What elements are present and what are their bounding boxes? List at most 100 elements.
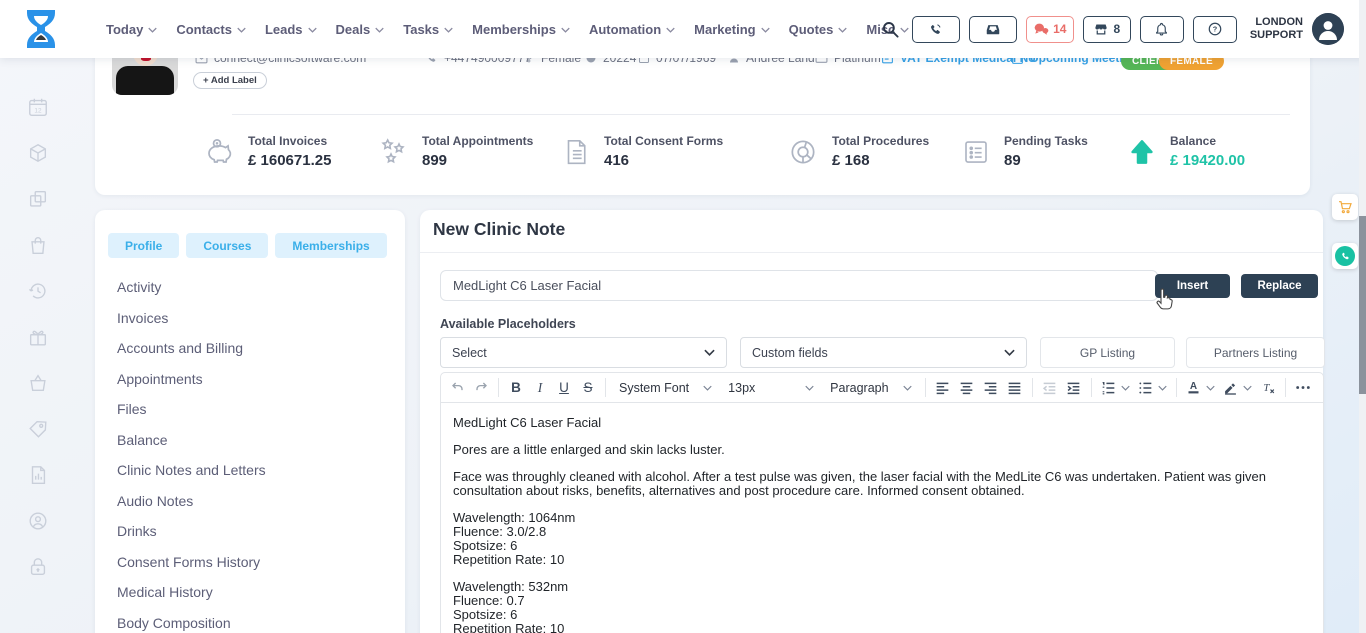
note-title-input[interactable]	[440, 270, 1158, 301]
clinic-software-logo[interactable]	[22, 8, 60, 50]
report-chart-icon[interactable]	[27, 464, 49, 486]
history-icon[interactable]	[27, 280, 49, 302]
lock-icon[interactable]	[27, 556, 49, 578]
menu-item-drinks[interactable]: Drinks	[117, 516, 266, 547]
pos-shop-button[interactable]: 8	[1083, 16, 1131, 43]
nav-item-quotes[interactable]: Quotes	[789, 22, 848, 37]
question-mark-icon: ?	[1207, 21, 1223, 37]
user-avatar[interactable]	[1312, 13, 1344, 45]
font-size-select[interactable]: 13px	[728, 381, 814, 395]
piggy-bank-icon	[203, 136, 235, 168]
nav-item-leads[interactable]: Leads	[265, 22, 317, 37]
nav-item-automation[interactable]: Automation	[589, 22, 675, 37]
user-circle-icon[interactable]	[27, 510, 49, 532]
shopping-bag-icon[interactable]	[27, 234, 49, 256]
chevron-down-icon	[375, 27, 384, 33]
divider	[232, 114, 1290, 115]
undo-button[interactable]	[445, 376, 469, 400]
scrollbar-thumb[interactable]	[1359, 216, 1366, 394]
chevron-down-icon	[903, 385, 912, 391]
tab-memberships[interactable]: Memberships	[275, 233, 386, 258]
tab-courses[interactable]: Courses	[186, 233, 268, 258]
notifications-button[interactable]	[1140, 16, 1184, 43]
app-screen: connect@clinicsoftware.com +447490009777…	[0, 0, 1366, 633]
tab-profile[interactable]: Profile	[108, 233, 179, 258]
menu-item-accounts-and-billing[interactable]: Accounts and Billing	[117, 333, 266, 364]
phone-icon	[1335, 246, 1355, 266]
ordered-list-button[interactable]	[1097, 376, 1121, 400]
note-line: Fluence: 3.0/2.8	[453, 525, 1311, 539]
inbox-button[interactable]	[969, 16, 1017, 43]
page-title: New Clinic Note	[433, 219, 565, 240]
chevron-down-icon[interactable]	[1158, 385, 1167, 391]
search-icon[interactable]	[881, 20, 900, 39]
cart-float-button[interactable]	[1332, 194, 1358, 220]
main-nav: Today Contacts Leads Deals Tasks Members…	[106, 0, 958, 58]
align-left-button[interactable]	[931, 376, 955, 400]
gp-listing-button[interactable]: GP Listing	[1040, 337, 1175, 368]
bullet-list-button[interactable]	[1134, 376, 1158, 400]
menu-item-appointments[interactable]: Appointments	[117, 364, 266, 395]
text-color-button[interactable]: A	[1182, 376, 1206, 400]
block-format-select[interactable]: Paragraph	[830, 381, 911, 395]
indent-button[interactable]	[1062, 376, 1086, 400]
stat-pending-tasks: Pending Tasks89	[961, 134, 1088, 170]
gift-icon[interactable]	[27, 326, 49, 348]
italic-button[interactable]: I	[528, 376, 552, 400]
menu-item-files[interactable]: Files	[117, 394, 266, 425]
menu-item-consent-forms-history[interactable]: Consent Forms History	[117, 547, 266, 578]
shopping-basket-icon[interactable]	[27, 372, 49, 394]
nav-item-marketing[interactable]: Marketing	[694, 22, 769, 37]
nav-item-contacts[interactable]: Contacts	[176, 22, 246, 37]
menu-item-body-composition[interactable]: Body Composition	[117, 608, 266, 633]
menu-item-activity[interactable]: Activity	[117, 272, 266, 303]
align-center-button[interactable]	[955, 376, 979, 400]
menu-item-balance[interactable]: Balance	[117, 425, 266, 456]
insert-button[interactable]: Insert	[1155, 274, 1230, 298]
stat-total-invoices: Total Invoices£ 160671.25	[203, 134, 331, 170]
top-navigation-bar: Today Contacts Leads Deals Tasks Members…	[0, 0, 1366, 58]
stars-icon	[377, 136, 409, 168]
custom-fields-select[interactable]: Custom fields	[740, 337, 1027, 368]
menu-item-medical-history[interactable]: Medical History	[117, 577, 266, 608]
align-justify-button[interactable]	[1003, 376, 1027, 400]
add-label-button[interactable]: + Add Label	[193, 72, 267, 89]
align-right-button[interactable]	[979, 376, 1003, 400]
editor-content[interactable]: MedLight C6 Laser Facial Pores are a lit…	[441, 403, 1323, 633]
nav-item-memberships[interactable]: Memberships	[472, 22, 570, 37]
placeholder-select[interactable]: Select	[440, 337, 727, 368]
menu-item-clinic-notes-and-letters[interactable]: Clinic Notes and Letters	[117, 455, 266, 486]
bell-icon	[1154, 21, 1169, 37]
strikethrough-button[interactable]: S	[576, 376, 600, 400]
package-icon[interactable]	[27, 142, 49, 164]
price-tag-icon[interactable]	[27, 418, 49, 440]
menu-item-invoices[interactable]: Invoices	[117, 303, 266, 334]
nav-item-today[interactable]: Today	[106, 22, 157, 37]
bold-button[interactable]: B	[504, 376, 528, 400]
nav-item-tasks[interactable]: Tasks	[403, 22, 453, 37]
partners-listing-button[interactable]: Partners Listing	[1186, 337, 1325, 368]
underline-button[interactable]: U	[552, 376, 576, 400]
redo-button[interactable]	[469, 376, 493, 400]
chat-messages-button[interactable]: 14	[1026, 16, 1074, 43]
nav-item-deals[interactable]: Deals	[336, 22, 385, 37]
chevron-down-icon[interactable]	[1121, 385, 1130, 391]
more-options-button[interactable]	[1291, 376, 1315, 400]
menu-item-audio-notes[interactable]: Audio Notes	[117, 486, 266, 517]
highlight-color-button[interactable]	[1219, 376, 1243, 400]
pos-count-badge: 8	[1113, 22, 1120, 36]
help-button[interactable]: ?	[1193, 16, 1237, 43]
calendar-12-icon[interactable]: 12	[27, 96, 49, 118]
clear-formatting-button[interactable]: T	[1256, 376, 1280, 400]
call-float-button[interactable]	[1332, 243, 1358, 269]
replace-button[interactable]: Replace	[1241, 274, 1318, 298]
phone-calls-button[interactable]	[912, 16, 960, 43]
svg-text:12: 12	[34, 108, 42, 115]
copy-icon[interactable]	[27, 188, 49, 210]
outdent-button[interactable]	[1038, 376, 1062, 400]
panel-menu: Activity Invoices Accounts and Billing A…	[117, 272, 266, 633]
chevron-down-icon[interactable]	[1243, 385, 1252, 391]
panel-tabs: Profile Courses Memberships	[108, 233, 387, 258]
font-family-select[interactable]: System Font	[619, 381, 712, 395]
chevron-down-icon[interactable]	[1206, 385, 1215, 391]
